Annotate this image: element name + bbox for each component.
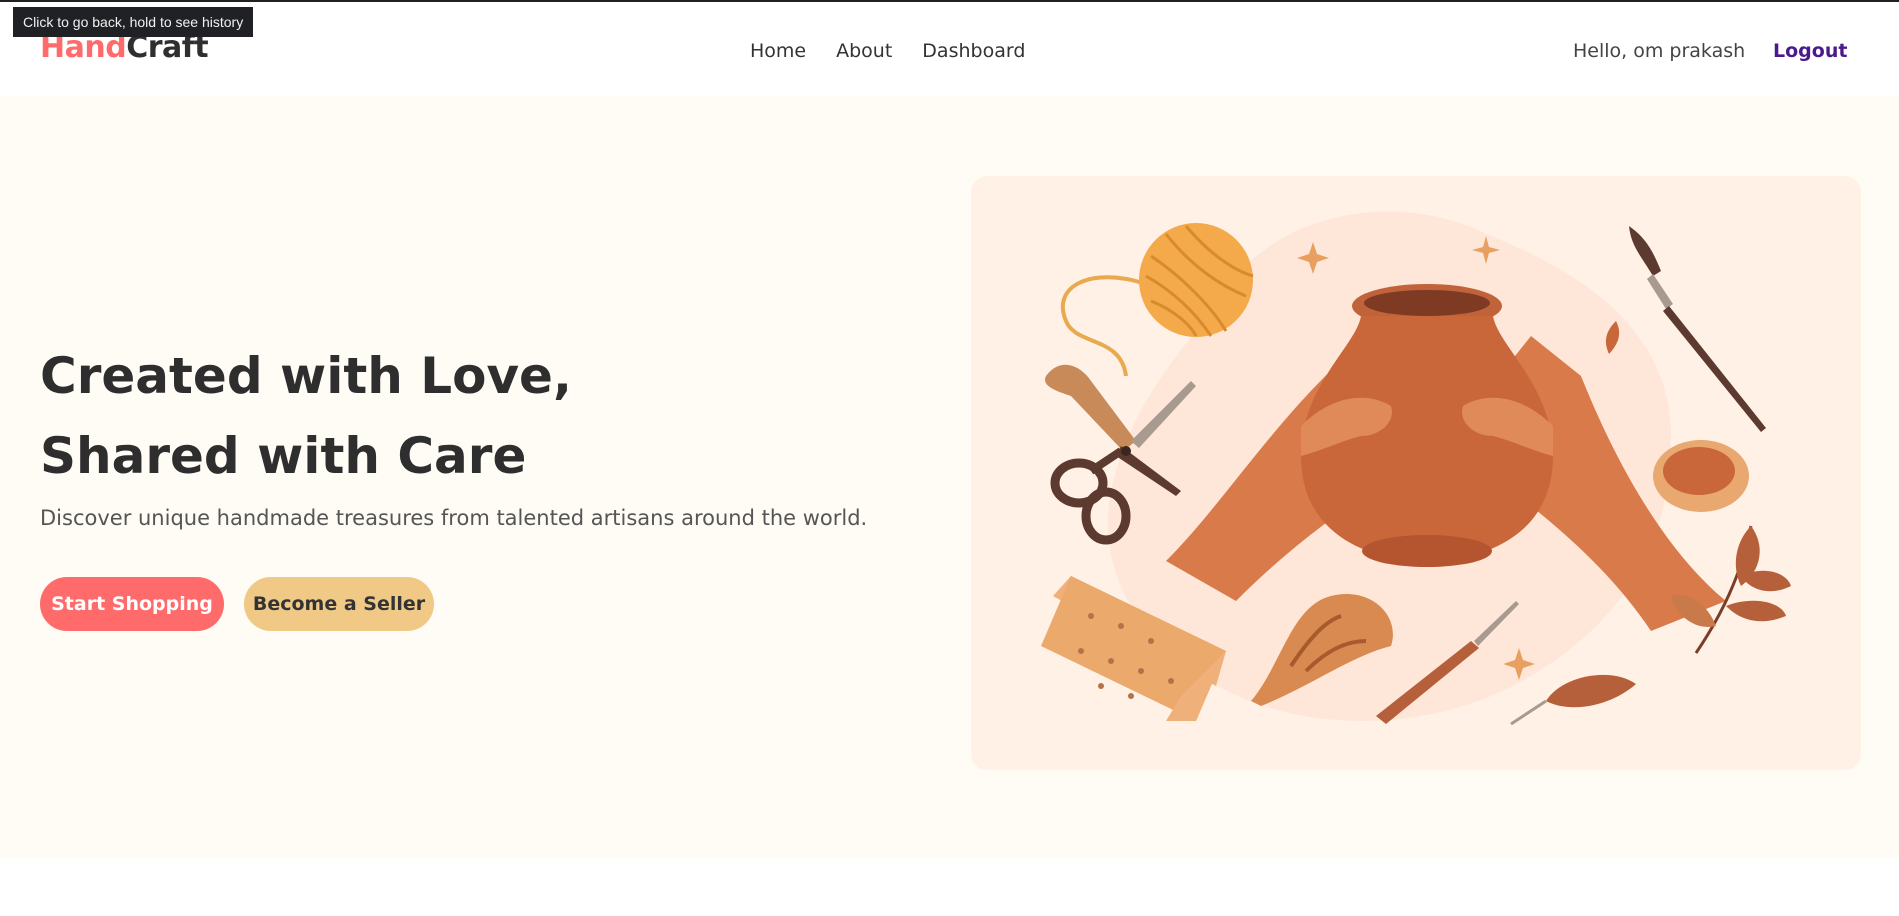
nav-home[interactable]: Home <box>750 40 806 62</box>
nav-dashboard[interactable]: Dashboard <box>922 40 1025 62</box>
hero-title: Created with Love, Shared with Care <box>40 336 572 496</box>
clay-bowl-icon <box>1653 440 1749 512</box>
hero-illustration <box>971 176 1861 770</box>
nav-about[interactable]: About <box>836 40 892 62</box>
hero-section: Created with Love, Shared with Care Disc… <box>0 96 1899 858</box>
hero-tagline: Discover unique handmade treasures from … <box>40 506 868 530</box>
start-shopping-button[interactable]: Start Shopping <box>40 577 224 631</box>
main-nav: Home About Dashboard <box>750 40 1025 62</box>
logout-link[interactable]: Logout <box>1773 40 1847 62</box>
hero-title-line2: Shared with Care <box>40 427 527 485</box>
hero-title-line1: Created with Love, <box>40 347 572 405</box>
user-greeting: Hello, om prakash <box>1573 40 1746 62</box>
site-header: HandCraft Home About Dashboard Hello, om… <box>0 2 1899 96</box>
become-seller-button[interactable]: Become a Seller <box>244 577 434 631</box>
back-button-tooltip: Click to go back, hold to see history <box>13 7 254 37</box>
